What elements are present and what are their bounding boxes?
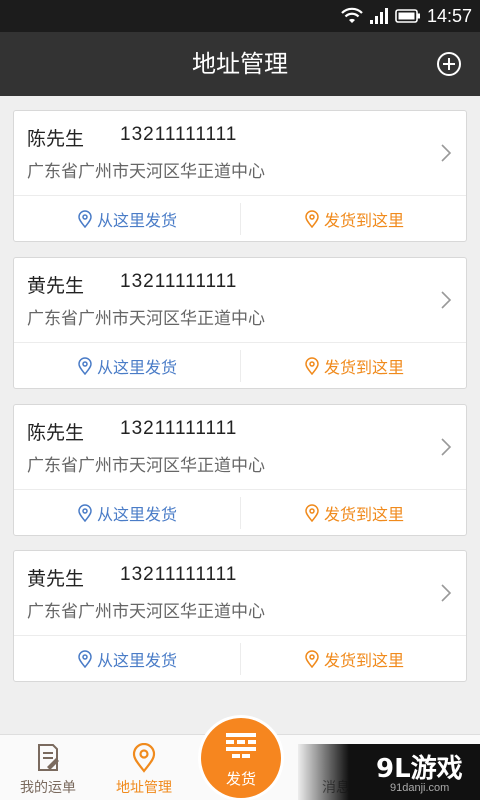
ship-to-here-button[interactable]: 发货到这里 xyxy=(241,490,467,536)
location-pin-icon xyxy=(305,650,319,668)
location-pin-icon xyxy=(305,357,319,375)
wifi-icon xyxy=(341,7,363,23)
ship-button-label: 发货 xyxy=(225,770,256,788)
status-time: 14:57 xyxy=(426,5,472,26)
contact-phone: 13211111111 xyxy=(120,418,238,439)
address-card[interactable]: 黄先生 13211111111 广东省广州市天河区华正道中心 从这里发货 发货到… xyxy=(13,550,467,682)
ship-to-here-button[interactable]: 发货到这里 xyxy=(241,636,467,682)
contact-address: 广东省广州市天河区华正道中心 xyxy=(27,162,265,182)
nav-my-waybill[interactable]: 我的运单 xyxy=(0,735,96,800)
contact-phone: 13211111111 xyxy=(120,271,238,292)
ship-to-label: 发货到这里 xyxy=(323,358,404,377)
watermark: 9L游戏 91danji.com xyxy=(298,744,480,800)
add-address-button[interactable] xyxy=(436,51,462,77)
contact-address: 广东省广州市天河区华正道中心 xyxy=(27,602,265,622)
location-pin-icon xyxy=(78,210,92,228)
contact-name: 陈先生 xyxy=(27,422,85,444)
contact-address: 广东省广州市天河区华正道中心 xyxy=(27,309,265,329)
ship-to-label: 发货到这里 xyxy=(323,505,404,524)
ship-to-here-button[interactable]: 发货到这里 xyxy=(241,196,467,242)
watermark-site: 91danji.com xyxy=(390,782,450,794)
ship-to-label: 发货到这里 xyxy=(323,211,404,230)
location-pin-icon xyxy=(78,650,92,668)
chevron-right-icon[interactable] xyxy=(440,583,452,603)
contact-name: 陈先生 xyxy=(27,128,85,150)
app-bar: 地址管理 xyxy=(0,32,480,96)
ship-from-here-button[interactable]: 从这里发货 xyxy=(14,490,240,536)
address-card[interactable]: 黄先生 13211111111 广东省广州市天河区华正道中心 从这里发货 发货到… xyxy=(13,257,467,389)
document-edit-icon xyxy=(38,744,59,771)
ship-from-here-button[interactable]: 从这里发货 xyxy=(14,636,240,682)
location-pin-icon xyxy=(305,504,319,522)
contact-phone: 13211111111 xyxy=(120,124,238,145)
ship-to-label: 发货到这里 xyxy=(323,651,404,670)
nav-address-management-label: 地址管理 xyxy=(116,780,172,796)
location-pin-icon xyxy=(78,357,92,375)
page-title: 地址管理 xyxy=(192,50,288,78)
ship-from-label: 从这里发货 xyxy=(96,505,177,524)
ship-from-label: 从这里发货 xyxy=(96,211,177,230)
address-card[interactable]: 陈先生 13211111111 广东省广州市天河区华正道中心 从这里发货 发货到… xyxy=(13,110,467,242)
nav-address-management[interactable]: 地址管理 xyxy=(96,735,192,800)
package-list-icon xyxy=(226,733,256,758)
address-card[interactable]: 陈先生 13211111111 广东省广州市天河区华正道中心 从这里发货 发货到… xyxy=(13,404,467,536)
ship-from-label: 从这里发货 xyxy=(96,651,177,670)
chevron-right-icon[interactable] xyxy=(440,290,452,310)
location-pin-icon xyxy=(132,743,156,773)
battery-icon xyxy=(395,9,420,23)
ship-from-here-button[interactable]: 从这里发货 xyxy=(14,343,240,389)
ship-from-label: 从这里发货 xyxy=(96,358,177,377)
ship-button[interactable]: 发货 xyxy=(201,718,281,798)
contact-phone: 13211111111 xyxy=(120,564,238,585)
ship-to-here-button[interactable]: 发货到这里 xyxy=(241,343,467,389)
chevron-right-icon[interactable] xyxy=(440,143,452,163)
contact-address: 广东省广州市天河区华正道中心 xyxy=(27,456,265,476)
chevron-right-icon[interactable] xyxy=(440,437,452,457)
status-bar: 14:57 xyxy=(0,0,480,32)
nav-my-waybill-label: 我的运单 xyxy=(20,780,76,796)
watermark-logo: 9L游戏 xyxy=(376,754,463,784)
ship-from-here-button[interactable]: 从这里发货 xyxy=(14,196,240,242)
location-pin-icon xyxy=(305,210,319,228)
signal-icon xyxy=(369,8,388,24)
location-pin-icon xyxy=(78,504,92,522)
contact-name: 黄先生 xyxy=(27,568,85,590)
contact-name: 黄先生 xyxy=(27,275,85,297)
